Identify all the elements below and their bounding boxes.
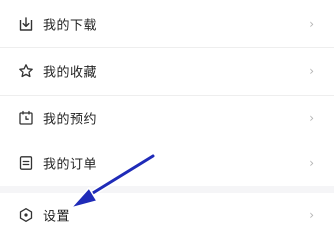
calendar-clock-icon xyxy=(19,110,33,125)
chevron-right-icon: › xyxy=(309,208,314,222)
menu-item-label: 我的预约 xyxy=(43,112,98,128)
menu-item-settings[interactable]: 设置 › xyxy=(0,193,334,237)
menu-item-label: 设置 xyxy=(43,209,71,225)
star-icon xyxy=(19,64,33,78)
order-list-icon xyxy=(19,156,33,170)
download-box-icon xyxy=(19,17,33,31)
menu-item-label: 我的下载 xyxy=(43,18,98,34)
profile-menu: 我的下载 › 我的收藏 › 我的预约 › 我的订单 › 设置 › xyxy=(0,0,334,243)
section-gap xyxy=(0,186,334,193)
chevron-right-icon: › xyxy=(309,64,314,78)
menu-item-favorites[interactable]: 我的收藏 › xyxy=(0,49,334,93)
menu-item-reservations[interactable]: 我的预约 › xyxy=(0,96,334,140)
settings-icon xyxy=(19,208,33,222)
menu-item-label: 我的收藏 xyxy=(43,65,98,81)
menu-item-downloads[interactable]: 我的下载 › xyxy=(0,2,334,46)
chevron-right-icon: › xyxy=(309,156,314,170)
menu-item-label: 我的订单 xyxy=(43,157,98,173)
divider xyxy=(0,47,334,48)
menu-item-orders[interactable]: 我的订单 › xyxy=(0,141,334,185)
chevron-right-icon: › xyxy=(309,111,314,125)
chevron-right-icon: › xyxy=(309,17,314,31)
